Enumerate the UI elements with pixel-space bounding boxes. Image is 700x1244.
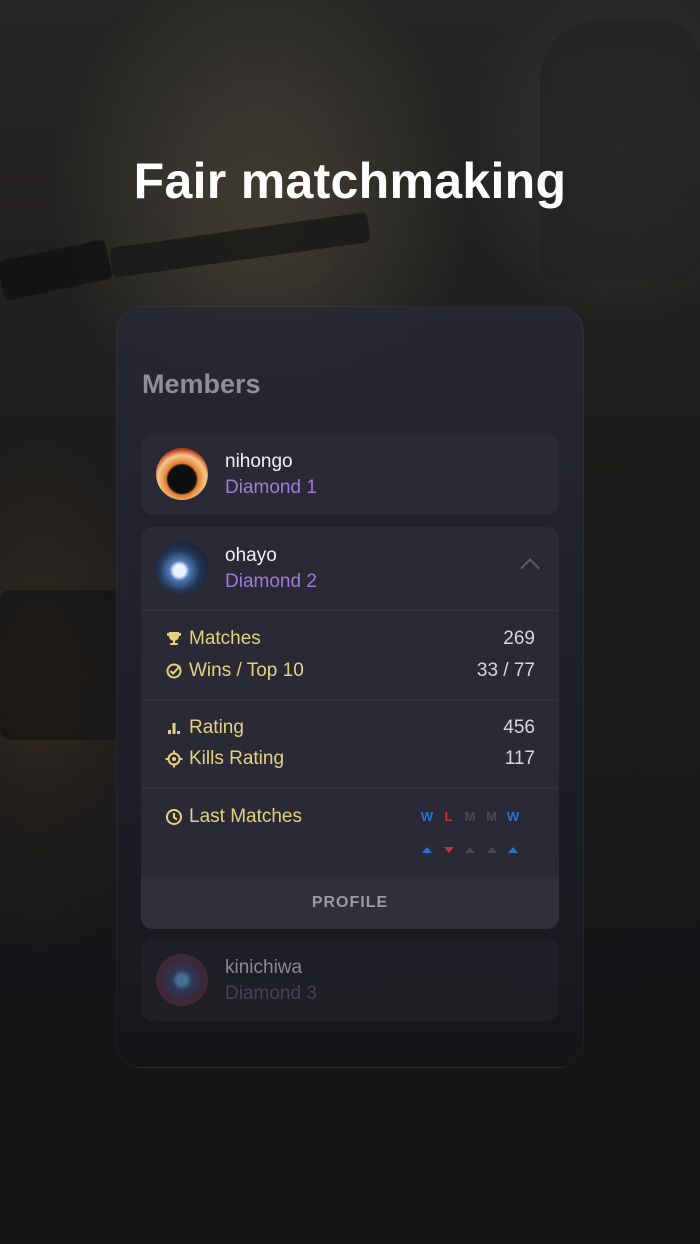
stat-matches: Matches 269 [165,626,535,652]
stat-label: Matches [189,628,261,649]
trophy-icon [167,632,181,645]
clock-icon [166,809,182,825]
match-result: M [486,809,497,824]
stat-label: Kills Rating [189,748,285,769]
stat-wins-top10: Wins / Top 10 33 / 77 [165,658,535,684]
bar-chart-icon [168,723,180,734]
trend-up-icon [508,847,518,853]
stat-label: Rating [189,717,244,738]
trend-down-icon [443,847,454,853]
member-rank: Diamond 3 [225,983,317,1004]
chevron-up-icon[interactable] [520,558,540,578]
avatar [156,542,208,594]
stat-value: 117 [504,748,535,769]
last-matches-label: Last Matches [189,806,302,827]
trend-up-icon [422,847,432,853]
stat-label: Wins / Top 10 [189,660,304,681]
trend-up-icon [486,847,497,853]
divider [141,610,559,611]
trend-up-icon [465,847,475,853]
member-rank: Diamond 2 [225,571,317,592]
member-row-expanded: ohayo Diamond 2 Matches 269 Wins / Top 1… [141,527,559,929]
divider [141,788,559,789]
match-result: W [506,809,520,824]
member-name: kinichiwa [225,957,303,978]
members-card: Members nihongo Diamond 1 ohayo Diamond … [116,306,584,1068]
member-row[interactable]: kinichiwa Diamond 3 [141,939,559,1021]
member-name: nihongo [225,451,293,472]
avatar [156,954,208,1006]
stat-value: 269 [503,628,535,649]
crosshair-icon [165,750,183,768]
profile-button[interactable]: PROFILE [141,877,559,929]
avatar [156,448,208,500]
stat-rating: Rating 456 [165,715,535,741]
headline: Fair matchmaking [133,153,567,209]
member-rank: Diamond 1 [225,477,317,498]
match-result: M [464,809,476,824]
member-row[interactable]: nihongo Diamond 1 [141,433,559,515]
stat-kills-rating: Kills Rating 117 [165,746,535,772]
stat-value: 33 / 77 [476,660,535,681]
stat-value: 456 [503,717,535,738]
members-title: Members [142,369,261,399]
member-name: ohayo [225,545,277,566]
match-result: L [444,809,453,824]
divider [141,699,559,700]
last-matches-results: WLMMW [417,809,537,859]
check-circle-icon [166,663,182,679]
match-result: W [420,809,434,824]
